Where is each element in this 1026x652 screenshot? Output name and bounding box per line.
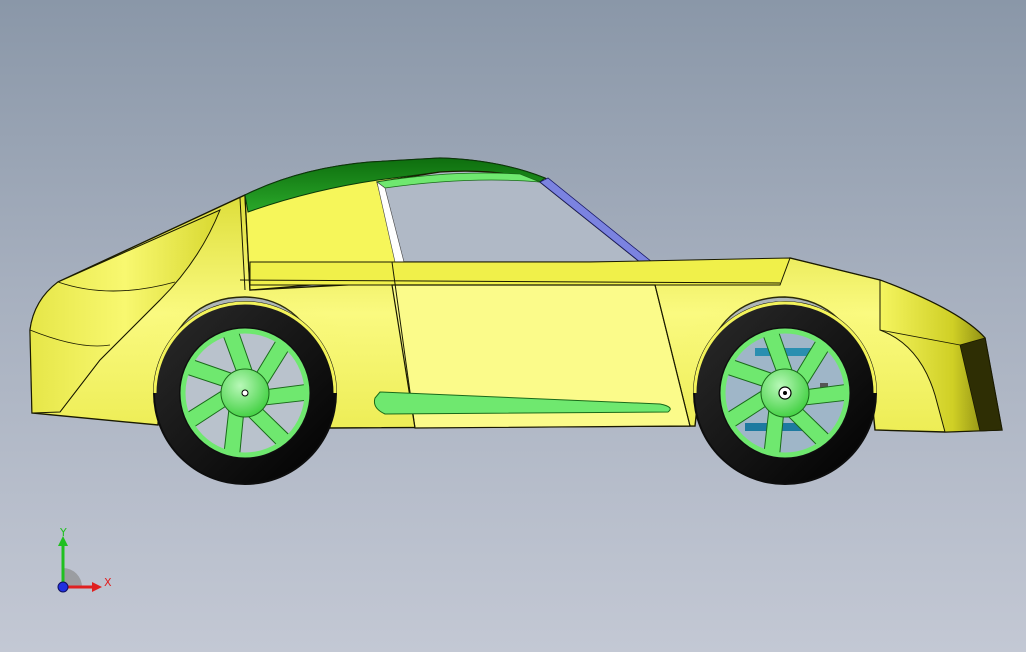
triad-y-label: Y bbox=[59, 528, 67, 539]
rear-wheel[interactable] bbox=[693, 301, 877, 485]
coordinate-triad-icon[interactable]: Y X bbox=[48, 528, 128, 608]
front-wheel[interactable] bbox=[153, 301, 337, 485]
car-model[interactable] bbox=[0, 0, 1026, 652]
triad-x-label: X bbox=[104, 576, 112, 589]
graphics-viewport[interactable]: Y X bbox=[0, 0, 1026, 652]
